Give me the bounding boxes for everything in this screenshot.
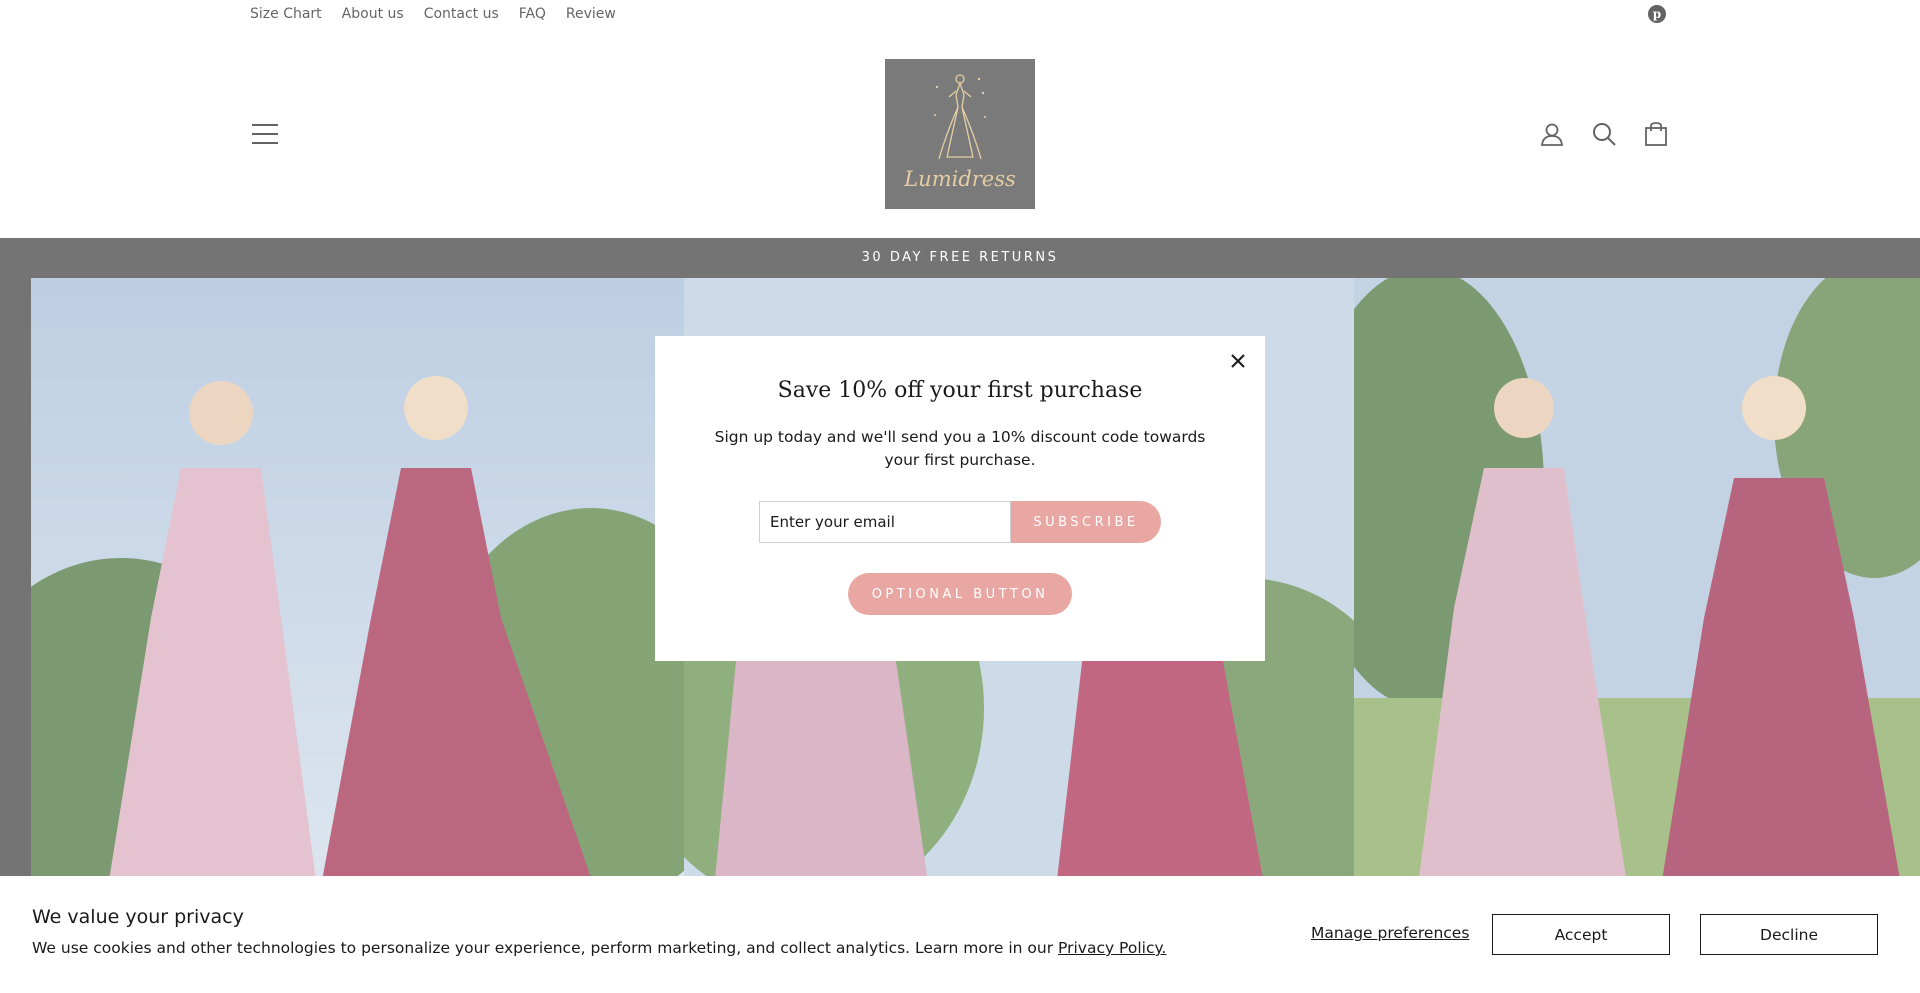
close-icon[interactable] bbox=[1225, 348, 1251, 374]
popup-description: Sign up today and we'll send you a 10% d… bbox=[714, 428, 1206, 469]
email-input[interactable] bbox=[759, 501, 1011, 543]
cookie-description: We use cookies and other technologies to… bbox=[32, 939, 1054, 957]
manage-preferences-link[interactable]: Manage preferences bbox=[1311, 924, 1469, 942]
popup-title: Save 10% off your first purchase bbox=[777, 378, 1143, 403]
cookie-title: We value your privacy bbox=[32, 906, 244, 928]
privacy-policy-link[interactable]: Privacy Policy. bbox=[1058, 939, 1166, 957]
decline-button[interactable]: Decline bbox=[1700, 914, 1878, 955]
cookie-text: We use cookies and other technologies to… bbox=[32, 939, 1166, 957]
newsletter-popup: Save 10% off your first purchase Sign up… bbox=[655, 336, 1265, 661]
accept-button[interactable]: Accept bbox=[1492, 914, 1670, 955]
cookie-banner: We value your privacy We use cookies and… bbox=[0, 876, 1920, 993]
optional-button[interactable]: OPTIONAL BUTTON bbox=[848, 573, 1072, 615]
subscribe-button[interactable]: SUBSCRIBE bbox=[1011, 501, 1161, 543]
